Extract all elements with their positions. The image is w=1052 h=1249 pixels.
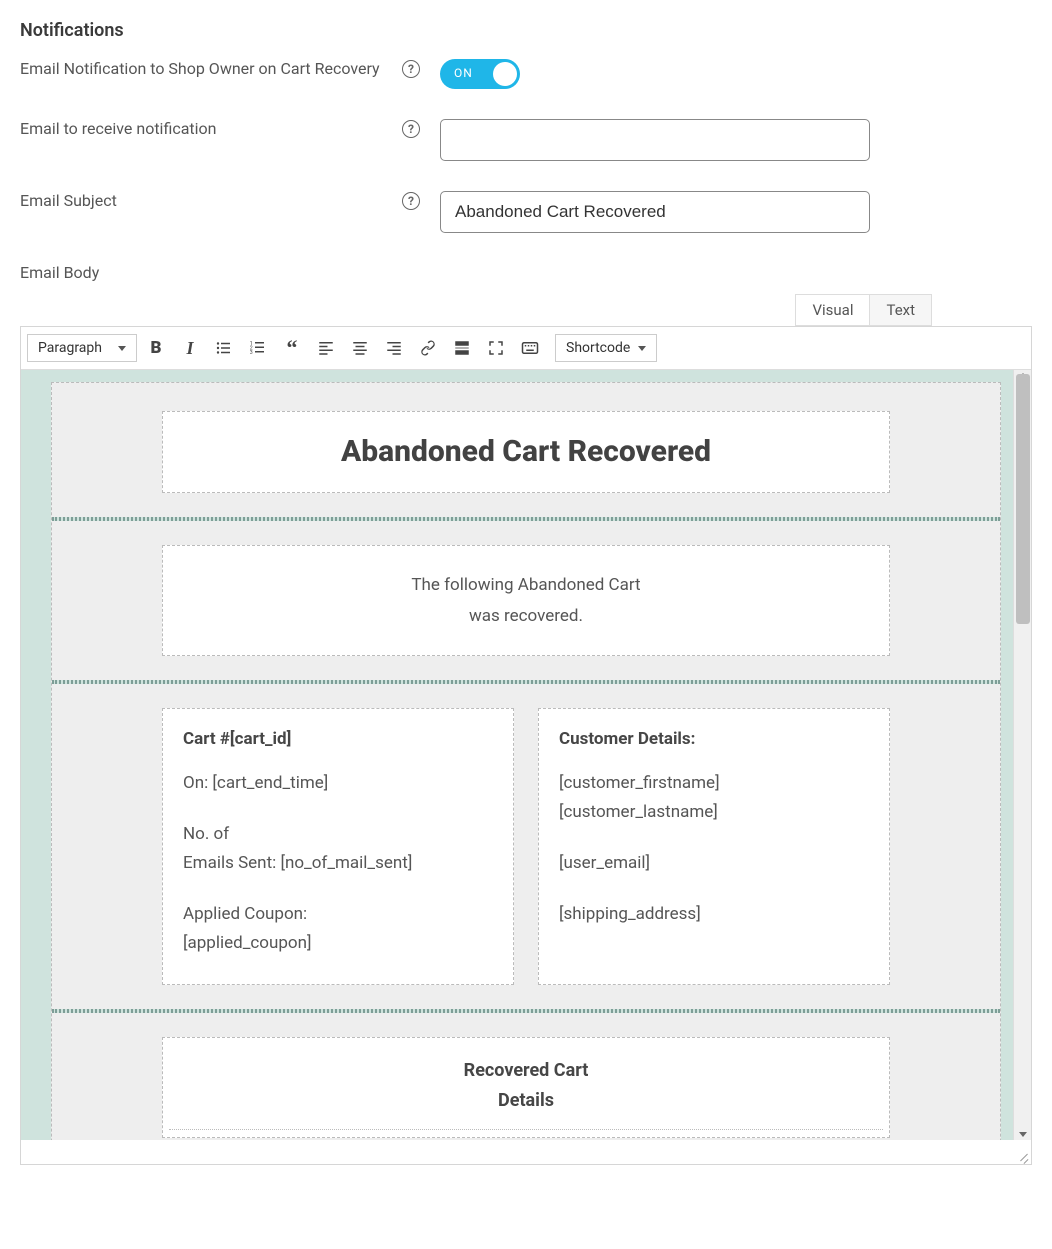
toggle-knob bbox=[493, 62, 517, 86]
row-recipient-email: Email to receive notification ? bbox=[20, 119, 1032, 161]
customer-heading: Customer Details: bbox=[559, 729, 869, 749]
details-row: Cart #[cart_id] On: [cart_end_time] No. … bbox=[162, 708, 890, 984]
align-left-icon bbox=[317, 339, 335, 357]
link-icon bbox=[419, 339, 437, 357]
row-email-subject: Email Subject ? bbox=[20, 191, 1032, 233]
intro-box[interactable]: The following Abandoned Cart was recover… bbox=[162, 545, 890, 656]
blockquote-button[interactable]: “ bbox=[277, 333, 307, 363]
editor-statusbar bbox=[21, 1140, 1031, 1164]
email-title-box[interactable]: Abandoned Cart Recovered bbox=[162, 411, 890, 493]
email-title: Abandoned Cart Recovered bbox=[185, 434, 867, 470]
format-dropdown[interactable]: Paragraph bbox=[27, 334, 137, 362]
toggle-email-notification[interactable]: ON bbox=[440, 59, 520, 89]
shortcode-dropdown-label: Shortcode bbox=[566, 340, 630, 356]
recovered-cart-box[interactable]: Recovered Cart Details bbox=[162, 1037, 890, 1138]
help-icon[interactable]: ? bbox=[402, 192, 420, 210]
cart-coupon-line1: Applied Coupon: bbox=[183, 900, 493, 929]
label-recipient-email: Email to receive notification bbox=[20, 119, 390, 138]
input-recipient-email[interactable] bbox=[440, 119, 870, 161]
scrollbar[interactable] bbox=[1013, 370, 1031, 1140]
align-right-icon bbox=[385, 339, 403, 357]
fullscreen-button[interactable] bbox=[481, 333, 511, 363]
bold-button[interactable]: B bbox=[141, 333, 171, 363]
help-icon[interactable]: ? bbox=[402, 60, 420, 78]
cart-emails-line1: No. of bbox=[183, 820, 493, 849]
svg-text:3: 3 bbox=[250, 350, 253, 356]
scroll-down-icon bbox=[1019, 1132, 1027, 1137]
numbered-list-button[interactable]: 123 bbox=[243, 333, 273, 363]
align-center-icon bbox=[351, 339, 369, 357]
label-email-subject: Email Subject bbox=[20, 191, 390, 210]
customer-details-box[interactable]: Customer Details: [customer_firstname] [… bbox=[538, 708, 890, 984]
recovered-inner-divider bbox=[169, 1129, 883, 1137]
caret-down-icon bbox=[118, 346, 126, 351]
divider bbox=[52, 680, 1000, 684]
help-icon[interactable]: ? bbox=[402, 120, 420, 138]
cart-coupon-line2: [applied_coupon] bbox=[183, 929, 493, 958]
scroll-thumb[interactable] bbox=[1016, 374, 1030, 624]
align-right-button[interactable] bbox=[379, 333, 409, 363]
resize-handle-icon[interactable] bbox=[1015, 1148, 1029, 1162]
toggle-state-label: ON bbox=[454, 66, 473, 80]
cart-on-line: On: [cart_end_time] bbox=[183, 769, 493, 798]
divider bbox=[52, 1009, 1000, 1013]
intro-line-1: The following Abandoned Cart bbox=[187, 570, 865, 601]
bullet-list-icon bbox=[215, 339, 233, 357]
recovered-title-line2: Details bbox=[163, 1086, 889, 1117]
recovered-title-line1: Recovered Cart bbox=[163, 1056, 889, 1087]
caret-down-icon bbox=[638, 346, 646, 351]
editor-toolbar: Paragraph B I 123 “ bbox=[21, 327, 1031, 370]
align-left-button[interactable] bbox=[311, 333, 341, 363]
label-email-body: Email Body bbox=[20, 263, 440, 282]
fullscreen-icon bbox=[487, 339, 505, 357]
editor: Visual Text Paragraph B I 123 “ bbox=[20, 294, 1032, 1165]
bullet-list-button[interactable] bbox=[209, 333, 239, 363]
italic-button[interactable]: I bbox=[175, 333, 205, 363]
row-email-body: Email Body bbox=[20, 263, 1032, 282]
link-button[interactable] bbox=[413, 333, 443, 363]
divider bbox=[52, 517, 1000, 521]
input-email-subject[interactable] bbox=[440, 191, 870, 233]
cart-heading: Cart #[cart_id] bbox=[183, 729, 493, 749]
read-more-icon bbox=[453, 339, 471, 357]
intro-line-2: was recovered. bbox=[187, 601, 865, 632]
numbered-list-icon: 123 bbox=[249, 339, 267, 357]
customer-firstname: [customer_firstname] bbox=[559, 769, 869, 798]
editor-box: Paragraph B I 123 “ bbox=[20, 326, 1032, 1165]
row-email-notification: Email Notification to Shop Owner on Cart… bbox=[20, 59, 1032, 89]
customer-email: [user_email] bbox=[559, 849, 869, 878]
format-dropdown-label: Paragraph bbox=[38, 340, 102, 356]
editor-tabs: Visual Text bbox=[20, 294, 932, 326]
keyboard-icon bbox=[521, 339, 539, 357]
label-email-notification: Email Notification to Shop Owner on Cart… bbox=[20, 59, 390, 78]
customer-shipping: [shipping_address] bbox=[559, 900, 869, 929]
customer-lastname: [customer_lastname] bbox=[559, 798, 869, 827]
toolbar-toggle-button[interactable] bbox=[515, 333, 545, 363]
cart-emails-line2: Emails Sent: [no_of_mail_sent] bbox=[183, 849, 493, 878]
editor-canvas[interactable]: Abandoned Cart Recovered The following A… bbox=[21, 370, 1031, 1140]
tab-text[interactable]: Text bbox=[869, 294, 932, 326]
read-more-button[interactable] bbox=[447, 333, 477, 363]
section-title: Notifications bbox=[20, 20, 1032, 41]
cart-details-box[interactable]: Cart #[cart_id] On: [cart_end_time] No. … bbox=[162, 708, 514, 984]
tab-visual[interactable]: Visual bbox=[795, 294, 870, 326]
align-center-button[interactable] bbox=[345, 333, 375, 363]
email-template-body[interactable]: Abandoned Cart Recovered The following A… bbox=[51, 382, 1001, 1140]
shortcode-dropdown[interactable]: Shortcode bbox=[555, 334, 657, 362]
